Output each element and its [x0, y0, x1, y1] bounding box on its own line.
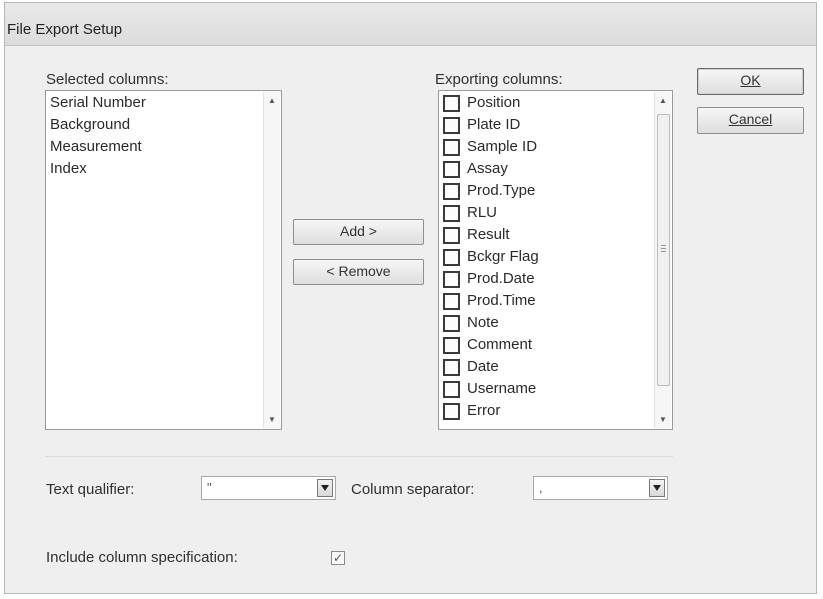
export-checkbox-rlu[interactable]: [443, 205, 460, 222]
export-checkbox-bckgr-flag[interactable]: [443, 249, 460, 266]
export-item-prod-time[interactable]: Prod.Time: [467, 292, 536, 309]
export-item-prod-type[interactable]: Prod.Type: [467, 182, 535, 199]
export-item-username[interactable]: Username: [467, 380, 536, 397]
export-item-position[interactable]: Position: [467, 94, 520, 111]
file-export-setup-dialog: File Export Setup Selected columns: Seri…: [4, 2, 817, 594]
scroll-down-arrow-icon[interactable]: ▼: [268, 415, 276, 424]
export-checkbox-error[interactable]: [443, 403, 460, 420]
export-checkbox-username[interactable]: [443, 381, 460, 398]
exporting-list-scrollbar[interactable]: ▲ ▼: [654, 92, 671, 428]
dialog-content: Selected columns: Serial Number Backgrou…: [5, 46, 816, 593]
remove-button[interactable]: < Remove: [293, 259, 424, 285]
text-qualifier-value: ": [207, 480, 212, 495]
text-qualifier-select[interactable]: ": [201, 476, 336, 500]
export-item-plate-id[interactable]: Plate ID: [467, 116, 520, 133]
export-checkbox-plate-id[interactable]: [443, 117, 460, 134]
selected-item-serial-number[interactable]: Serial Number: [50, 94, 146, 111]
column-separator-select[interactable]: ,: [533, 476, 668, 500]
column-separator-label: Column separator:: [351, 481, 475, 498]
scroll-thumb[interactable]: [657, 114, 670, 386]
scroll-up-arrow-icon[interactable]: ▲: [268, 96, 276, 105]
selected-item-index[interactable]: Index: [50, 160, 87, 177]
export-item-bckgr-flag[interactable]: Bckgr Flag: [467, 248, 539, 265]
export-item-assay[interactable]: Assay: [467, 160, 508, 177]
export-checkbox-comment[interactable]: [443, 337, 460, 354]
export-checkbox-prod-date[interactable]: [443, 271, 460, 288]
export-checkbox-result[interactable]: [443, 227, 460, 244]
chevron-down-icon[interactable]: [649, 479, 665, 497]
group-divider: [45, 456, 673, 457]
thumb-grip-icon: [661, 248, 666, 249]
export-checkbox-assay[interactable]: [443, 161, 460, 178]
selected-list-scrollbar[interactable]: ▲ ▼: [263, 92, 280, 428]
export-item-prod-date[interactable]: Prod.Date: [467, 270, 535, 287]
chevron-down-icon[interactable]: [317, 479, 333, 497]
export-item-result[interactable]: Result: [467, 226, 510, 243]
add-button[interactable]: Add >: [293, 219, 424, 245]
selected-item-measurement[interactable]: Measurement: [50, 138, 142, 155]
window-title: File Export Setup: [7, 21, 123, 38]
include-spec-label: Include column specification:: [46, 549, 238, 566]
export-checkbox-sample-id[interactable]: [443, 139, 460, 156]
export-checkbox-prod-time[interactable]: [443, 293, 460, 310]
scroll-down-arrow-icon[interactable]: ▼: [659, 415, 667, 424]
selected-item-background[interactable]: Background: [50, 116, 130, 133]
text-qualifier-label: Text qualifier:: [46, 481, 135, 498]
export-checkbox-note[interactable]: [443, 315, 460, 332]
cancel-button-label: Cancel: [728, 111, 773, 127]
checkmark-icon: ✓: [332, 551, 344, 565]
export-item-note[interactable]: Note: [467, 314, 499, 331]
cancel-button[interactable]: Cancel: [697, 107, 804, 134]
ok-button[interactable]: OK: [697, 68, 804, 95]
selected-columns-label: Selected columns:: [46, 71, 169, 88]
exporting-columns-list[interactable]: Position Plate ID Sample ID Assay Prod.T…: [438, 90, 673, 430]
export-item-comment[interactable]: Comment: [467, 336, 532, 353]
include-spec-checkbox[interactable]: ✓: [331, 551, 345, 565]
column-separator-value: ,: [539, 480, 543, 495]
scroll-up-arrow-icon[interactable]: ▲: [659, 96, 667, 105]
thumb-grip-icon: [661, 251, 666, 252]
ok-button-label: OK: [740, 72, 761, 88]
export-checkbox-position[interactable]: [443, 95, 460, 112]
export-checkbox-prod-type[interactable]: [443, 183, 460, 200]
export-item-sample-id[interactable]: Sample ID: [467, 138, 537, 155]
thumb-grip-icon: [661, 245, 666, 246]
selected-columns-list[interactable]: Serial Number Background Measurement Ind…: [45, 90, 282, 430]
export-item-error[interactable]: Error: [467, 402, 500, 419]
title-bar[interactable]: File Export Setup: [5, 3, 816, 46]
export-item-date[interactable]: Date: [467, 358, 499, 375]
export-checkbox-date[interactable]: [443, 359, 460, 376]
export-item-rlu[interactable]: RLU: [467, 204, 497, 221]
exporting-columns-label: Exporting columns:: [435, 71, 563, 88]
